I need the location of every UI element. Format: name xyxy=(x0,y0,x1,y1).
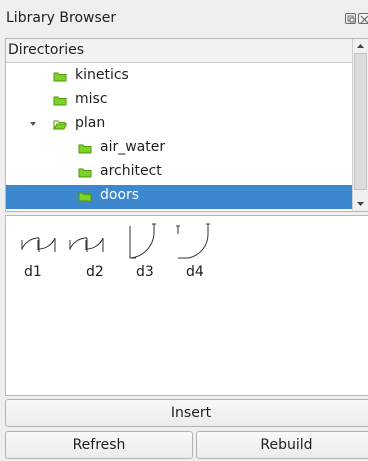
tree-item-air-water[interactable]: air_water xyxy=(6,137,352,161)
close-icon[interactable] xyxy=(358,13,368,24)
folder-icon xyxy=(53,96,67,106)
folder-icon xyxy=(78,144,92,154)
library-item-view[interactable]: d1 d2 d3 d4 xyxy=(5,215,368,396)
scrollbar-thumb[interactable] xyxy=(354,53,367,190)
library-item-d3[interactable]: d3 xyxy=(120,222,168,282)
title-bar: Library Browser xyxy=(0,0,368,38)
refresh-button[interactable]: Refresh xyxy=(5,431,193,459)
library-item-label: d1 xyxy=(24,264,42,280)
library-item-label: d2 xyxy=(86,264,104,280)
library-browser-panel: Library Browser Directories kinetics mis… xyxy=(0,0,368,461)
tree-item-label: air_water xyxy=(100,139,166,155)
door-swing-icon xyxy=(69,237,104,252)
chevron-down-icon[interactable] xyxy=(28,119,38,129)
directory-tree[interactable]: Directories kinetics misc plan air_water… xyxy=(5,38,368,212)
folder-open-icon xyxy=(53,120,67,130)
library-item-label: d3 xyxy=(136,264,154,280)
library-item-d2[interactable]: d2 xyxy=(64,222,112,282)
tree-header-label: Directories xyxy=(8,42,85,58)
folder-icon xyxy=(78,192,92,202)
door-swing-icon xyxy=(21,237,56,252)
door-swing-icon xyxy=(176,223,210,259)
tree-item-kinetics[interactable]: kinetics xyxy=(6,65,352,89)
tree-header[interactable]: Directories xyxy=(6,39,352,63)
tree-item-plan[interactable]: plan xyxy=(6,113,352,137)
tree-item-label: misc xyxy=(75,91,108,107)
scroll-up-icon[interactable] xyxy=(353,39,368,53)
tree-item-label: doors xyxy=(100,187,140,203)
library-item-d1[interactable]: d1 xyxy=(16,222,64,282)
insert-button[interactable]: Insert xyxy=(5,399,368,427)
library-item-d4[interactable]: d4 xyxy=(168,222,216,282)
scroll-down-icon[interactable] xyxy=(353,197,368,211)
tree-scrollbar[interactable] xyxy=(352,39,368,211)
tree-item-misc[interactable]: misc xyxy=(6,89,352,113)
folder-icon xyxy=(53,72,67,82)
folder-icon xyxy=(78,168,92,178)
door-swing-icon xyxy=(129,223,156,259)
tree-item-label: kinetics xyxy=(75,67,129,83)
tree-item-doors[interactable]: doors xyxy=(6,185,352,209)
rebuild-button[interactable]: Rebuild xyxy=(196,431,368,459)
tree-item-architect[interactable]: architect xyxy=(6,161,352,185)
tree-item-label: plan xyxy=(75,115,106,131)
tree-item-label: architect xyxy=(100,163,162,179)
panel-title: Library Browser xyxy=(6,10,117,26)
float-icon[interactable] xyxy=(345,13,356,24)
library-item-label: d4 xyxy=(186,264,204,280)
